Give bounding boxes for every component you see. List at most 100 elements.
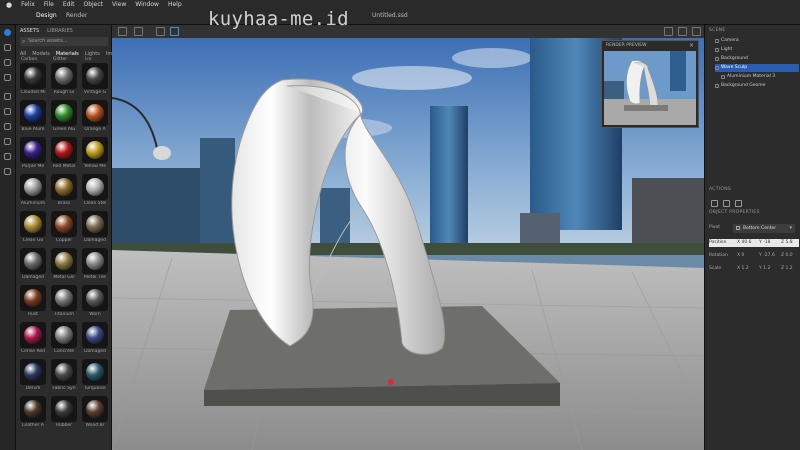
material-thumbnail — [20, 285, 46, 311]
asset-search-input[interactable]: ⌕ Search assets... — [20, 37, 108, 46]
material-swatch[interactable]: Clean Stel — [81, 174, 109, 210]
transform-x-field[interactable]: X 40.6 — [737, 239, 752, 247]
material-label: Damaged — [84, 238, 106, 243]
material-label: Purple Me — [21, 164, 45, 169]
material-swatch[interactable]: Fabric Syn — [50, 359, 78, 395]
fit-view-icon[interactable] — [664, 27, 673, 36]
material-sphere-icon — [55, 178, 73, 196]
menu-object[interactable]: Object — [83, 1, 103, 8]
camera-tool-icon[interactable] — [4, 138, 11, 145]
material-swatch[interactable]: Brass — [50, 174, 78, 210]
material-swatch[interactable]: Copper — [50, 211, 78, 247]
material-swatch[interactable]: Concrete — [50, 322, 78, 358]
move-tool-icon[interactable] — [4, 44, 11, 51]
tab-design[interactable]: Design — [36, 12, 57, 19]
render-preview[interactable]: RENDER PREVIEW × — [601, 40, 699, 128]
scene-item[interactable]: Aluminium Material 3 — [721, 73, 800, 81]
menu-edit[interactable]: Edit — [63, 1, 75, 8]
material-swatch[interactable]: Metal Tile — [81, 248, 109, 284]
material-swatch[interactable]: Damaged — [81, 211, 109, 247]
frame-icon[interactable] — [156, 27, 165, 36]
material-swatch[interactable]: Vintage G — [81, 63, 109, 99]
material-label: Cerise Red — [20, 349, 46, 354]
transform-x-field[interactable]: X 1.2 — [737, 265, 749, 273]
select-tool-icon[interactable] — [4, 29, 11, 36]
fullscreen-icon[interactable] — [678, 27, 687, 36]
scene-item-label: Aluminium Material 3 — [727, 74, 776, 79]
rotate-tool-icon[interactable] — [4, 59, 11, 66]
redo-icon[interactable] — [134, 27, 143, 36]
apple-icon[interactable]: ● — [6, 1, 12, 9]
snap-icon[interactable] — [170, 27, 179, 36]
material-swatch[interactable]: Rubber — [50, 396, 78, 432]
transform-z-field[interactable]: Z 1.2 — [781, 265, 793, 273]
transform-y-field[interactable]: Y -27.6 — [759, 252, 775, 260]
menu-help[interactable]: Help — [168, 1, 182, 8]
menu-window[interactable]: Window — [135, 1, 159, 8]
material-sphere-icon — [86, 326, 104, 344]
layout-icon[interactable] — [692, 27, 701, 36]
material-swatch[interactable]: Green Alu — [50, 100, 78, 136]
transform-y-field[interactable]: Y -18 — [759, 239, 771, 247]
material-label: Wood Br — [85, 423, 105, 428]
transform-x-field[interactable]: X 0 — [737, 252, 744, 260]
scene-item[interactable]: Wave Sculp — [715, 64, 799, 72]
magic-wand-icon[interactable] — [4, 93, 11, 100]
brush-icon[interactable] — [4, 123, 11, 130]
menu-file[interactable]: File — [44, 1, 54, 8]
partial-label: Glitter — [53, 57, 68, 62]
pivot-select[interactable]: Bottom Center ▾ — [733, 224, 795, 233]
material-swatch[interactable]: Worn — [81, 285, 109, 321]
scene-item-label: Light — [721, 47, 733, 52]
scene-header: SCENE — [709, 28, 726, 33]
tab-libraries[interactable]: LIBRARIES — [47, 28, 73, 34]
material-swatch[interactable]: Orange A — [81, 100, 109, 136]
transform-z-field[interactable]: Z 0.0 — [781, 252, 793, 260]
material-swatch[interactable]: Purple Me — [19, 137, 47, 173]
material-swatch[interactable]: Rough Gl — [50, 63, 78, 99]
material-swatch[interactable]: Clean Go — [19, 211, 47, 247]
material-swatch[interactable]: Metal Gol — [50, 248, 78, 284]
material-sphere-icon — [86, 178, 104, 196]
menu-app[interactable]: Felix — [21, 1, 35, 8]
scene-item[interactable]: Background Geome — [715, 82, 799, 90]
material-swatch[interactable]: Rust — [19, 285, 47, 321]
material-swatch[interactable]: Damaged — [81, 322, 109, 358]
material-thumbnail — [82, 137, 108, 163]
material-thumbnail — [51, 322, 77, 348]
material-swatch[interactable]: Denim — [19, 359, 47, 395]
partial-label: Ice — [85, 57, 92, 62]
scene-item[interactable]: Light — [715, 46, 799, 54]
tab-render[interactable]: Render — [66, 12, 87, 19]
scene-item[interactable]: Camera — [715, 37, 799, 45]
transform-y-field[interactable]: Y 1.2 — [759, 265, 770, 273]
material-swatch[interactable]: Clouded Mi — [19, 63, 47, 99]
material-label: Leather A — [22, 423, 44, 428]
scene-item-label: Background — [721, 56, 748, 61]
material-swatch[interactable]: Wood Br — [81, 396, 109, 432]
close-icon[interactable]: × — [689, 42, 694, 49]
transform-label: Position — [709, 240, 727, 245]
material-sphere-icon — [86, 252, 104, 270]
menu-view[interactable]: View — [112, 1, 126, 8]
material-swatch[interactable]: Cerise Red — [19, 322, 47, 358]
material-swatch[interactable]: Aluminium — [19, 174, 47, 210]
material-label: Worn — [89, 312, 101, 317]
material-swatch[interactable]: Turquoise — [81, 359, 109, 395]
material-swatch[interactable]: Leather A — [19, 396, 47, 432]
material-swatch[interactable]: Blue Alum — [19, 100, 47, 136]
eyedropper-icon[interactable] — [4, 108, 11, 115]
scale-tool-icon[interactable] — [4, 74, 11, 81]
material-swatch[interactable]: Red Metal — [50, 137, 78, 173]
object-icon — [715, 84, 719, 88]
scene-item[interactable]: Background — [715, 55, 799, 63]
material-swatch[interactable]: Damaged — [19, 248, 47, 284]
tab-assets[interactable]: ASSETS — [20, 28, 39, 34]
people-icon[interactable] — [4, 168, 11, 175]
material-swatch[interactable]: Titanium — [50, 285, 78, 321]
material-label: Metal Gol — [53, 275, 75, 280]
light-tool-icon[interactable] — [4, 153, 11, 160]
material-swatch[interactable]: Yellow Me — [81, 137, 109, 173]
transform-z-field[interactable]: Z 5.8 — [781, 239, 793, 247]
undo-icon[interactable] — [118, 27, 127, 36]
